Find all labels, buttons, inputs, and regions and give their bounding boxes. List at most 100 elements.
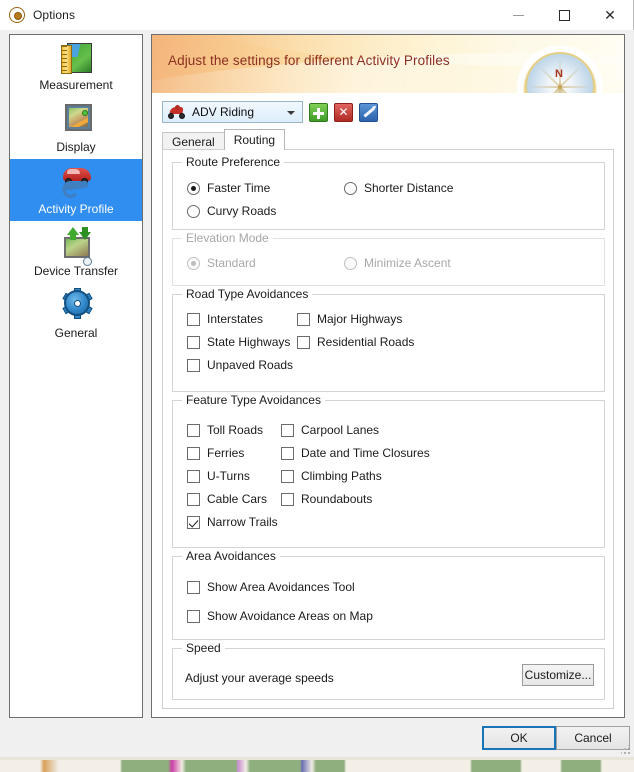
- radio-standard: Standard: [187, 256, 256, 270]
- radio-minimize-ascent: Minimize Ascent: [344, 256, 451, 270]
- page-title: Adjust the settings for different Activi…: [168, 53, 450, 68]
- checkbox-label: U-Turns: [207, 469, 250, 483]
- checkbox-toll-roads[interactable]: Toll Roads: [187, 423, 263, 437]
- checkbox-indicator: [187, 469, 200, 483]
- area-avoidances-group: Area Avoidances Show Area Avoidances Too…: [172, 549, 605, 640]
- add-profile-button[interactable]: [309, 102, 328, 122]
- chevron-down-icon: [287, 111, 295, 115]
- checkbox-indicator: [187, 609, 200, 623]
- checkbox-roundabouts[interactable]: Roundabouts: [281, 492, 372, 506]
- checkbox-label: Ferries: [207, 446, 245, 460]
- close-icon[interactable]: ✕: [587, 0, 633, 30]
- map-frame-icon: [58, 103, 94, 137]
- checkbox-u-turns[interactable]: U-Turns: [187, 469, 250, 483]
- group-title: Elevation Mode: [182, 231, 273, 245]
- radio-shorter-distance[interactable]: Shorter Distance: [344, 181, 453, 195]
- sidebar-item-measurement[interactable]: Measurement: [10, 35, 142, 97]
- edit-profile-button[interactable]: [359, 102, 378, 122]
- checkbox-label: Date and Time Closures: [301, 446, 430, 460]
- radio-indicator: [187, 256, 200, 270]
- radio-label: Minimize Ascent: [364, 256, 451, 270]
- checkbox-show-avoidance-areas-on-map[interactable]: Show Avoidance Areas on Map: [187, 609, 373, 623]
- radio-indicator: [344, 181, 357, 195]
- elevation-mode-group: Elevation Mode Standard Minimize Ascent: [172, 231, 605, 286]
- ruler-map-icon: [58, 41, 94, 75]
- checkbox-label: Show Avoidance Areas on Map: [207, 609, 373, 623]
- checkbox-residential-roads[interactable]: Residential Roads: [297, 335, 414, 349]
- sidebar-item-label: Device Transfer: [33, 264, 119, 278]
- cancel-button[interactable]: Cancel: [556, 726, 630, 750]
- checkbox-narrow-trails[interactable]: Narrow Trails: [187, 515, 278, 529]
- checkbox-label: Unpaved Roads: [207, 358, 294, 372]
- sidebar-item-general[interactable]: General: [10, 283, 142, 345]
- checkbox-indicator: [281, 492, 294, 506]
- activity-profile-select[interactable]: ADV Riding: [162, 101, 303, 123]
- checkbox-state-highways[interactable]: State Highways: [187, 335, 290, 349]
- road-type-avoidances-group: Road Type Avoidances Interstates Major H…: [172, 287, 605, 392]
- sidebar-item-label: Activity Profile: [38, 202, 114, 216]
- settings-category-list: Measurement Display Activity Profile Dev…: [9, 34, 143, 718]
- customize-speeds-button[interactable]: Customize...: [522, 664, 594, 686]
- radio-indicator: [344, 256, 357, 270]
- sidebar-item-activity-profile[interactable]: Activity Profile: [10, 159, 142, 221]
- motorcycle-icon: [167, 104, 187, 120]
- checkbox-indicator: [281, 469, 294, 483]
- group-title: Area Avoidances: [182, 549, 280, 563]
- x-icon: ✕: [338, 105, 349, 119]
- radio-indicator: [187, 181, 200, 195]
- checkbox-indicator: [187, 446, 200, 460]
- checkbox-indicator: [187, 423, 200, 437]
- sidebar-item-label: General: [54, 326, 98, 340]
- sidebar-item-display[interactable]: Display: [10, 97, 142, 159]
- route-preference-group: Route Preference Faster Time Shorter Dis…: [172, 155, 605, 230]
- compass-app-icon: [9, 7, 25, 23]
- checkbox-indicator: [187, 335, 200, 349]
- pencil-icon: [362, 106, 375, 118]
- checkbox-interstates[interactable]: Interstates: [187, 312, 263, 326]
- group-title: Speed: [182, 641, 225, 655]
- checkbox-indicator: [297, 312, 310, 326]
- sidebar-item-device-transfer[interactable]: Device Transfer: [10, 221, 142, 283]
- gear-icon: [58, 288, 94, 323]
- routing-tab-panel: Route Preference Faster Time Shorter Dis…: [162, 149, 614, 709]
- tab-routing[interactable]: Routing: [223, 129, 286, 150]
- background-map-strip: [0, 757, 634, 772]
- maximize-icon[interactable]: [541, 0, 587, 30]
- checkbox-climbing-paths[interactable]: Climbing Paths: [281, 469, 382, 483]
- radio-faster-time[interactable]: Faster Time: [187, 181, 270, 195]
- checkbox-major-highways[interactable]: Major Highways: [297, 312, 402, 326]
- checkbox-indicator: [297, 335, 310, 349]
- speed-description: Adjust your average speeds: [185, 671, 334, 685]
- radio-label: Faster Time: [207, 181, 271, 195]
- speed-group: Speed Adjust your average speeds Customi…: [172, 641, 605, 700]
- group-title: Feature Type Avoidances: [182, 393, 325, 407]
- feature-type-avoidances-group: Feature Type Avoidances Toll Roads Carpo…: [172, 393, 605, 548]
- checkbox-carpool-lanes[interactable]: Carpool Lanes: [281, 423, 379, 437]
- minimize-icon[interactable]: [495, 0, 541, 30]
- checkbox-ferries[interactable]: Ferries: [187, 446, 244, 460]
- settings-content-panel: N Adjust the settings for different Acti…: [151, 34, 625, 718]
- checkbox-unpaved-roads[interactable]: Unpaved Roads: [187, 358, 293, 372]
- delete-profile-button[interactable]: ✕: [334, 102, 353, 122]
- checkbox-label: Show Area Avoidances Tool: [207, 580, 355, 594]
- tab-general[interactable]: General: [162, 132, 225, 150]
- checkbox-cable-cars[interactable]: Cable Cars: [187, 492, 267, 506]
- ok-button[interactable]: OK: [482, 726, 556, 750]
- checkbox-label: Roundabouts: [301, 492, 373, 506]
- radio-indicator: [187, 204, 200, 218]
- checkbox-show-area-avoidances-tool[interactable]: Show Area Avoidances Tool: [187, 580, 355, 594]
- radio-label: Shorter Distance: [364, 181, 454, 195]
- checkbox-label: Narrow Trails: [207, 515, 278, 529]
- profile-toolbar: ADV Riding ✕: [162, 101, 378, 123]
- resize-grip[interactable]: [621, 745, 631, 755]
- checkbox-label: State Highways: [207, 335, 291, 349]
- checkbox-label: Climbing Paths: [301, 469, 382, 483]
- checkbox-indicator: [187, 312, 200, 326]
- radio-label: Standard: [207, 256, 256, 270]
- checkbox-label: Major Highways: [317, 312, 403, 326]
- compass-north-label: N: [555, 68, 563, 80]
- radio-curvy-roads[interactable]: Curvy Roads: [187, 204, 276, 218]
- checkbox-date-and-time-closures[interactable]: Date and Time Closures: [281, 446, 430, 460]
- group-title: Route Preference: [182, 155, 285, 169]
- checkbox-indicator: [187, 492, 200, 506]
